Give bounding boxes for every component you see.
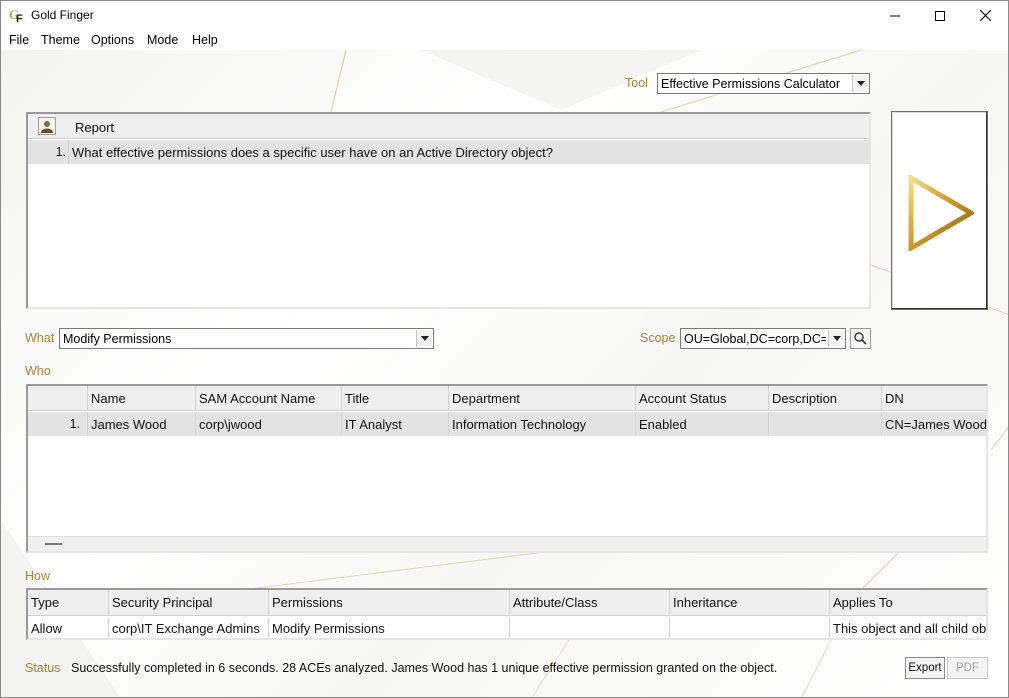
column-header-inheritance[interactable]: Inheritance xyxy=(669,590,829,615)
column-header-department[interactable]: Department xyxy=(448,386,635,410)
svg-text:F: F xyxy=(16,13,23,24)
minimize-button[interactable] xyxy=(872,1,918,30)
tool-select[interactable]: Effective Permissions Calculator xyxy=(657,73,870,94)
cell-title: IT Analyst xyxy=(341,412,448,436)
maximize-button[interactable] xyxy=(917,1,963,30)
cell-account-status: Enabled xyxy=(635,412,768,436)
menu-file[interactable]: File xyxy=(9,33,29,47)
column-header-security-principal[interactable]: Security Principal xyxy=(108,590,268,615)
cell-applies-to: This object and all child ob xyxy=(829,617,988,639)
search-icon xyxy=(854,332,867,345)
column-header-type[interactable]: Type xyxy=(28,590,108,615)
menu-bar: File Theme Options Mode Help xyxy=(1,30,1008,50)
row-number: 1. xyxy=(69,417,80,431)
tool-select-value: Effective Permissions Calculator xyxy=(661,77,841,91)
what-select[interactable]: Modify Permissions xyxy=(59,328,434,349)
table-row[interactable]: 1. What effective permissions does a spe… xyxy=(28,140,869,164)
scope-select-value: OU=Global,DC=corp,DC= xyxy=(684,332,826,346)
chevron-down-icon[interactable] xyxy=(416,330,432,347)
column-header-name[interactable]: Name xyxy=(87,386,195,410)
run-button[interactable] xyxy=(891,111,988,310)
user-icon[interactable] xyxy=(38,117,56,135)
menu-mode[interactable]: Mode xyxy=(147,33,178,47)
title-bar: G F Gold Finger xyxy=(1,1,1008,30)
menu-help[interactable]: Help xyxy=(192,33,218,47)
column-header-permissions[interactable]: Permissions xyxy=(268,590,509,615)
who-panel: Name SAM Account Name Title Department A… xyxy=(26,384,988,553)
cell-security-principal: corp\IT Exchange Admins xyxy=(108,617,268,639)
scope-search-button[interactable] xyxy=(850,328,871,349)
report-header: Report xyxy=(28,114,869,139)
column-header-description[interactable]: Description xyxy=(768,386,881,410)
what-label: What xyxy=(25,331,55,345)
chevron-down-icon[interactable] xyxy=(828,330,844,347)
gold-finger-logo-icon: G F xyxy=(9,7,23,24)
minimize-icon xyxy=(890,15,900,16)
report-panel: Report 1. What effective permissions doe… xyxy=(26,112,871,309)
cell-sam: corp\jwood xyxy=(195,412,341,436)
maximize-icon xyxy=(935,10,945,21)
scope-select[interactable]: OU=Global,DC=corp,DC= xyxy=(680,328,846,349)
cell-name: James Wood xyxy=(87,412,195,436)
cell-attribute-class xyxy=(509,617,669,639)
app-window: G F Gold Finger File Theme Options Mode … xyxy=(0,0,1009,698)
status-message: Successfully completed in 6 seconds. 28 … xyxy=(71,661,778,675)
column-header-attribute-class[interactable]: Attribute/Class xyxy=(509,590,669,615)
cell-inheritance xyxy=(669,617,829,639)
column-header-applies-to[interactable]: Applies To xyxy=(829,590,988,615)
who-table-header: Name SAM Account Name Title Department A… xyxy=(28,386,986,411)
menu-theme[interactable]: Theme xyxy=(41,33,80,47)
report-question: What effective permissions does a specif… xyxy=(72,145,553,160)
horizontal-scrollbar[interactable] xyxy=(28,536,986,551)
window-title: Gold Finger xyxy=(31,8,94,22)
play-icon xyxy=(908,175,974,251)
scope-label: Scope xyxy=(640,331,676,345)
export-button[interactable]: Export xyxy=(905,657,945,679)
cell-department: Information Technology xyxy=(448,412,635,436)
what-select-value: Modify Permissions xyxy=(63,332,172,346)
how-label: How xyxy=(25,569,51,583)
tool-label: Tool xyxy=(625,76,648,90)
column-header-dn[interactable]: DN xyxy=(881,386,988,410)
report-column-header: Report xyxy=(75,120,115,135)
status-label: Status xyxy=(25,661,61,675)
table-row[interactable]: 1. James Wood corp\jwood IT Analyst Info… xyxy=(28,412,988,436)
main-content: Tool Effective Permissions Calculator Re… xyxy=(1,50,1008,697)
close-icon xyxy=(979,10,991,21)
cell-dn: CN=James Wood xyxy=(881,412,988,436)
cell-type: Allow xyxy=(31,620,63,636)
table-row[interactable]: Allow corp\IT Exchange Admins Modify Per… xyxy=(28,617,986,639)
pdf-button[interactable]: PDF xyxy=(947,657,988,679)
scrollbar-thumb[interactable] xyxy=(45,543,62,545)
row-number: 1. xyxy=(55,145,66,159)
cell-permissions: Modify Permissions xyxy=(268,617,509,639)
how-panel: Type Security Principal Permissions Attr… xyxy=(26,588,988,640)
chevron-down-icon[interactable] xyxy=(852,75,868,92)
cell-description xyxy=(768,412,881,436)
menu-options[interactable]: Options xyxy=(91,33,134,47)
column-header-account-status[interactable]: Account Status xyxy=(635,386,768,410)
column-header-title[interactable]: Title xyxy=(341,386,448,410)
column-header-sam[interactable]: SAM Account Name xyxy=(195,386,341,410)
how-table-header: Type Security Principal Permissions Attr… xyxy=(28,590,986,616)
close-button[interactable] xyxy=(962,1,1008,30)
who-label: Who xyxy=(25,364,51,378)
